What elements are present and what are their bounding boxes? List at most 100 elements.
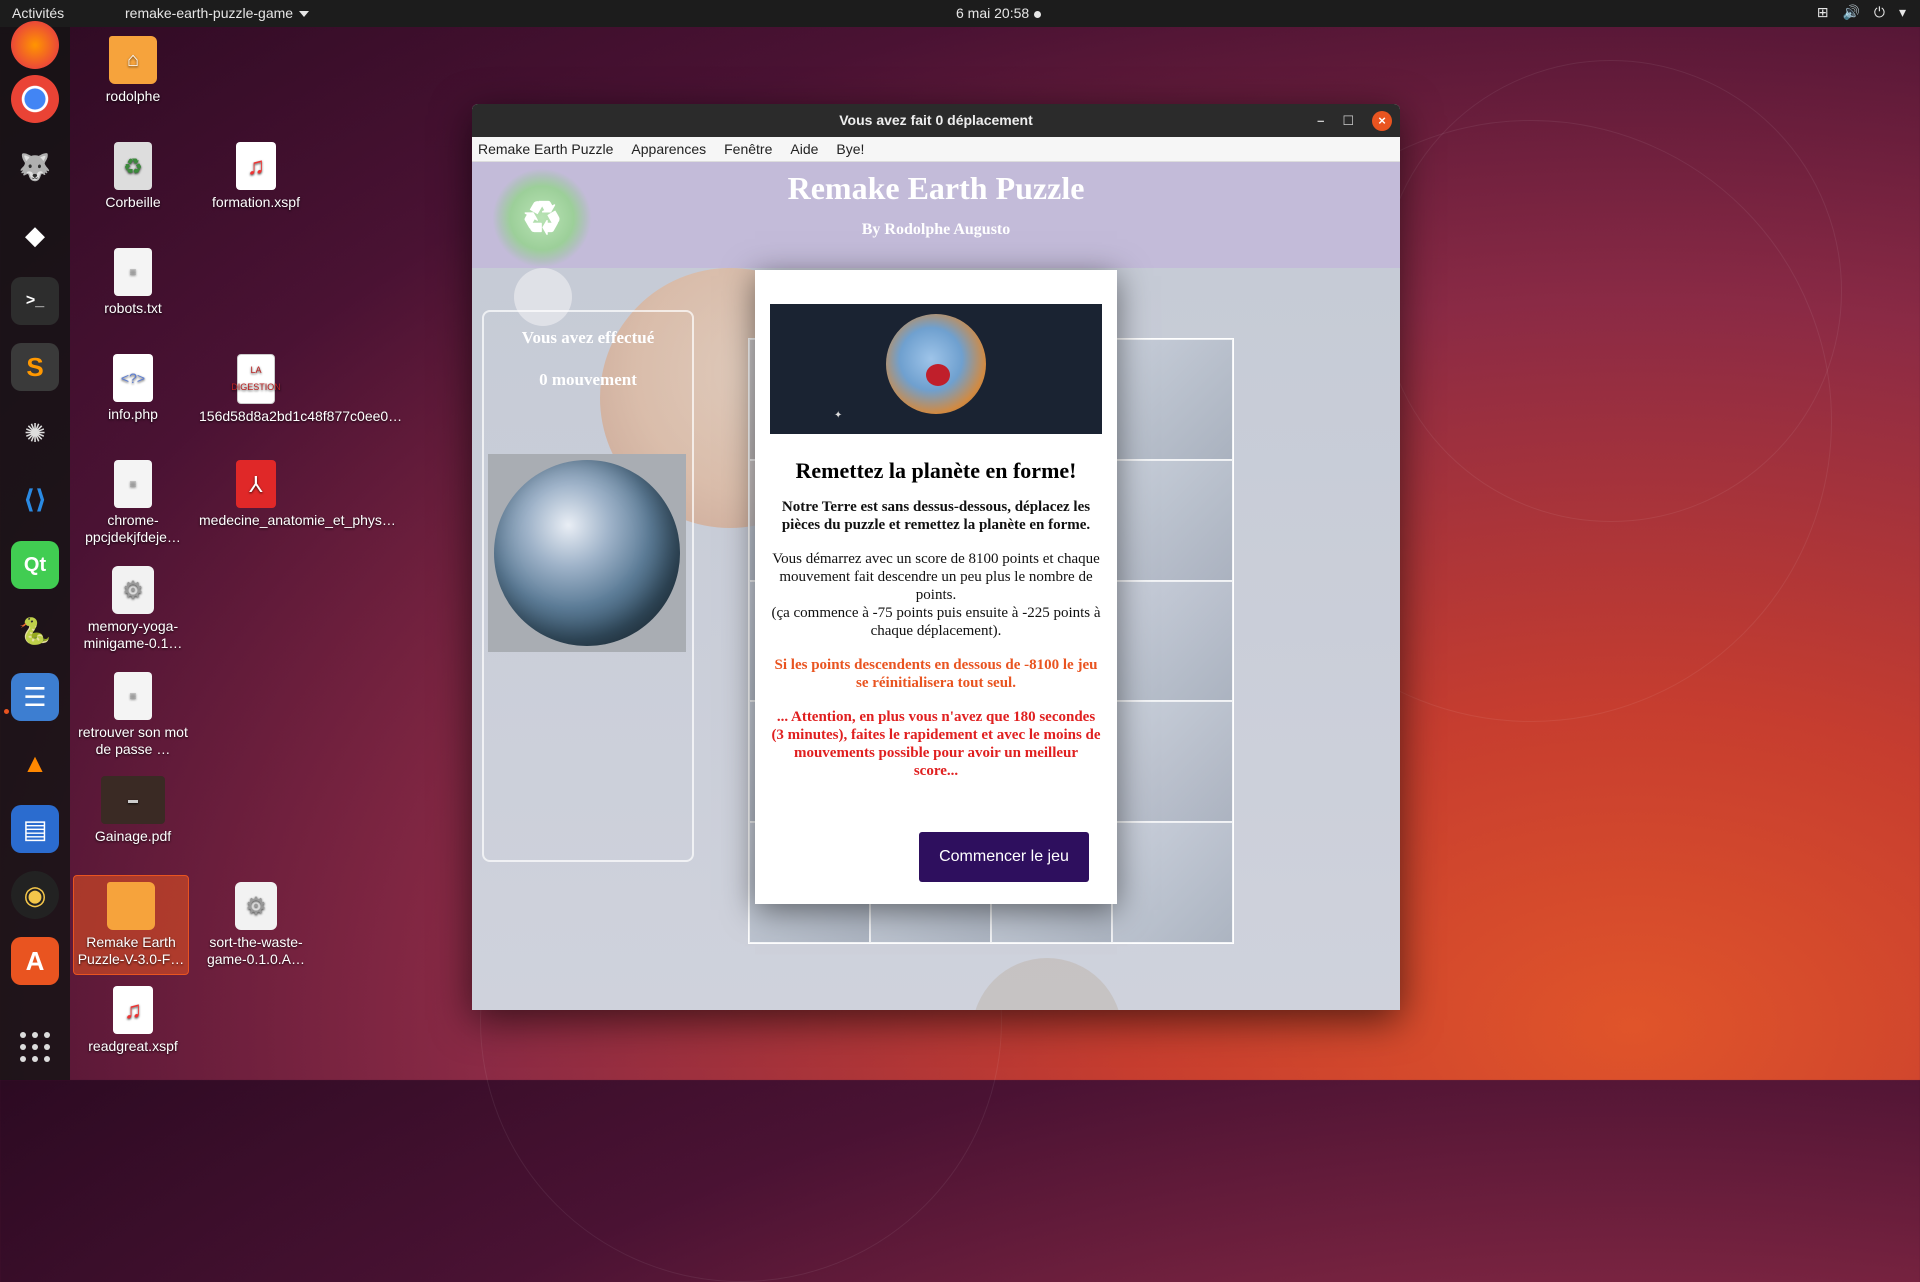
vscode-icon[interactable]: ⟨⟩ <box>11 475 59 523</box>
music-file-icon: ♫ <box>236 142 276 190</box>
menu-item-bye[interactable]: Bye! <box>830 141 876 157</box>
desktop-icon[interactable]: ⅄ medecine_anatomie_et_phys… <box>199 460 396 529</box>
puzzle-tile-empty[interactable] <box>1112 822 1233 943</box>
php-file-icon: <?> <box>113 354 153 402</box>
desktop-icon[interactable]: ≡ chrome-ppcjdekjfdeje… <box>76 460 190 546</box>
close-icon[interactable]: × <box>1372 110 1392 131</box>
desktop-icon-label: memory-yoga-minigame-0.1… <box>83 618 183 651</box>
menu-bar: Remake Earth Puzzle Apparences Fenêtre A… <box>472 137 1400 162</box>
moves-label: Vous avez effectué <box>521 328 655 347</box>
modal-time-warning: ... Attention, en plus vous n'avez que 1… <box>771 709 1101 779</box>
spider-web-icon[interactable]: ✺ <box>11 409 59 457</box>
terminal-icon[interactable]: >_ <box>11 277 59 325</box>
modal-intro-text: Notre Terre est sans dessus-dessous, dép… <box>781 499 1091 533</box>
notification-dot-icon <box>1034 10 1042 18</box>
software-center-icon[interactable]: A <box>11 937 59 985</box>
modal-banner: ✦ <box>770 304 1102 434</box>
desktop-icon[interactable]: ⚙ sort-the-waste-game-0.1.0.A… <box>199 882 313 968</box>
system-tray[interactable]: ⊞ 🔊 ⏻ ▾ <box>1817 4 1906 21</box>
book-cover-icon: LA DIGESTION <box>231 354 281 404</box>
menu-item-apparences[interactable]: Apparences <box>625 141 718 157</box>
chrome-icon[interactable] <box>11 75 59 123</box>
clock[interactable]: 6 mai 20:58 <box>956 5 1042 21</box>
crying-earth-icon <box>886 314 986 414</box>
wallpaper-circle <box>1380 60 1842 522</box>
desktop-icon[interactable]: LA DIGESTION 156d58d8a2bd1c48f877c0ee0… <box>199 354 403 425</box>
start-game-button[interactable]: Commencer le jeu <box>919 832 1089 882</box>
power-icon[interactable]: ⏻ <box>1874 4 1885 21</box>
dock: 🐺 ◆ >_ S ✺ ⟨⟩ Qt 🐍 ☰ ▲ ▤ ◉ A <box>0 21 70 1080</box>
desktop-icon[interactable]: ♫ formation.xspf <box>199 142 313 211</box>
minimize-icon[interactable]: – <box>1317 104 1324 137</box>
top-bar: Activités remake-earth-puzzle-game 6 mai… <box>0 0 1920 27</box>
recycle-virus-icon: ♻ <box>492 168 592 268</box>
game-content: ♻ Remake Earth Puzzle By Rodolphe August… <box>472 162 1400 1010</box>
game-window: Vous avez fait 0 déplacement – ☐ × Remak… <box>472 104 1400 1010</box>
python-icon[interactable]: 🐍 <box>11 607 59 655</box>
puzzle-tile[interactable] <box>1112 339 1233 460</box>
text-file-icon: ≡ <box>114 248 152 296</box>
game-subtitle: By Rodolphe Augusto <box>861 221 1011 238</box>
desktop-icon-label: chrome-ppcjdekjfdeje… <box>85 512 181 545</box>
menu-item-remake-earth-puzzle[interactable]: Remake Earth Puzzle <box>472 141 625 157</box>
gimp-icon[interactable]: 🐺 <box>11 143 59 191</box>
network-icon[interactable]: ⊞ <box>1817 4 1829 21</box>
chevron-down-icon <box>299 11 310 18</box>
folder-icon <box>107 882 155 930</box>
desktop-icon-label: sort-the-waste-game-0.1.0.A… <box>206 934 306 967</box>
window-titlebar[interactable]: Vous avez fait 0 déplacement – ☐ × <box>472 104 1400 137</box>
moves-panel: Vous avez effectué 0 mouvement <box>482 310 694 862</box>
maximize-icon[interactable]: ☐ <box>1342 104 1354 137</box>
trash-icon: ♻ <box>114 142 152 190</box>
desktop-icon[interactable]: ≡ robots.txt <box>76 248 190 317</box>
activities-button[interactable]: Activités <box>12 5 64 21</box>
music-file-icon: ♫ <box>113 986 153 1034</box>
desktop-icon-label: 156d58d8a2bd1c48f877c0ee0… <box>199 408 403 424</box>
app-menu[interactable]: remake-earth-puzzle-game <box>125 5 310 21</box>
sublime-text-icon[interactable]: S <box>11 343 59 391</box>
text-file-icon: ≡ <box>114 460 152 508</box>
desktop-icon-label: robots.txt <box>104 300 162 316</box>
desktop-icon[interactable]: <?> info.php <box>76 354 190 423</box>
puzzle-tile[interactable] <box>1112 459 1233 581</box>
text-file-icon: ≡ <box>114 672 152 720</box>
desktop-icon[interactable]: ⌂ rodolphe <box>76 36 190 105</box>
package-icon: ⚙ <box>235 882 277 930</box>
firefox-icon[interactable] <box>11 21 59 69</box>
desktop-icon[interactable]: ⚙ memory-yoga-minigame-0.1… <box>76 566 190 652</box>
desktop-icon[interactable]: ▬ Gainage.pdf <box>76 776 190 845</box>
vlc-icon[interactable]: ▲ <box>11 739 59 787</box>
pdf-thumbnail-icon: ▬ <box>101 776 165 824</box>
earth-image <box>494 460 680 646</box>
running-indicator-icon <box>4 709 9 714</box>
desktop-icon-label: readgreat.xspf <box>88 1038 178 1054</box>
desktop-icon[interactable]: ≡ retrouver son mot de passe … <box>76 672 190 758</box>
modal-score-text: Vous démarrez avec un score de 8100 poin… <box>771 550 1101 640</box>
moves-count: 0 mouvement <box>539 370 637 389</box>
rhythmbox-icon[interactable]: ◉ <box>11 871 59 919</box>
app-menu-label: remake-earth-puzzle-game <box>125 5 294 21</box>
star-icon: ✦ <box>834 410 843 421</box>
puzzle-tile[interactable] <box>1112 580 1233 702</box>
desktop-icon[interactable]: ♻ Corbeille <box>76 142 190 211</box>
desktop-icon[interactable]: ♫ readgreat.xspf <box>76 986 190 1055</box>
puzzle-tile[interactable] <box>1112 701 1233 823</box>
clock-label: 6 mai 20:58 <box>956 5 1030 21</box>
menu-item-fenetre[interactable]: Fenêtre <box>718 141 784 157</box>
inkscape-icon[interactable]: ◆ <box>11 211 59 259</box>
desktop-icon-label: rodolphe <box>105 88 161 104</box>
qt-creator-icon[interactable]: Qt <box>11 541 59 589</box>
window-title: Vous avez fait 0 déplacement <box>839 112 1033 128</box>
show-apps-icon[interactable] <box>20 1032 50 1062</box>
writer-icon[interactable]: ▤ <box>11 805 59 853</box>
desktop-icon-label: Remake Earth Puzzle-V-3.0-F… <box>77 934 185 967</box>
desktop-icon-selected[interactable]: Remake Earth Puzzle-V-3.0-F… <box>73 875 189 975</box>
modal-score-detail: (ça commence à -75 points puis ensuite à… <box>771 605 1101 639</box>
menu-item-aide[interactable]: Aide <box>784 141 830 157</box>
chevron-down-icon[interactable]: ▾ <box>1899 4 1906 21</box>
package-icon: ⚙ <box>112 566 154 614</box>
instructions-modal: ✦ Remettez la planète en forme! Notre Te… <box>755 270 1117 904</box>
earth-preview <box>488 454 686 652</box>
volume-icon[interactable]: 🔊 <box>1842 4 1859 21</box>
file-manager-icon[interactable]: ☰ <box>11 673 59 721</box>
